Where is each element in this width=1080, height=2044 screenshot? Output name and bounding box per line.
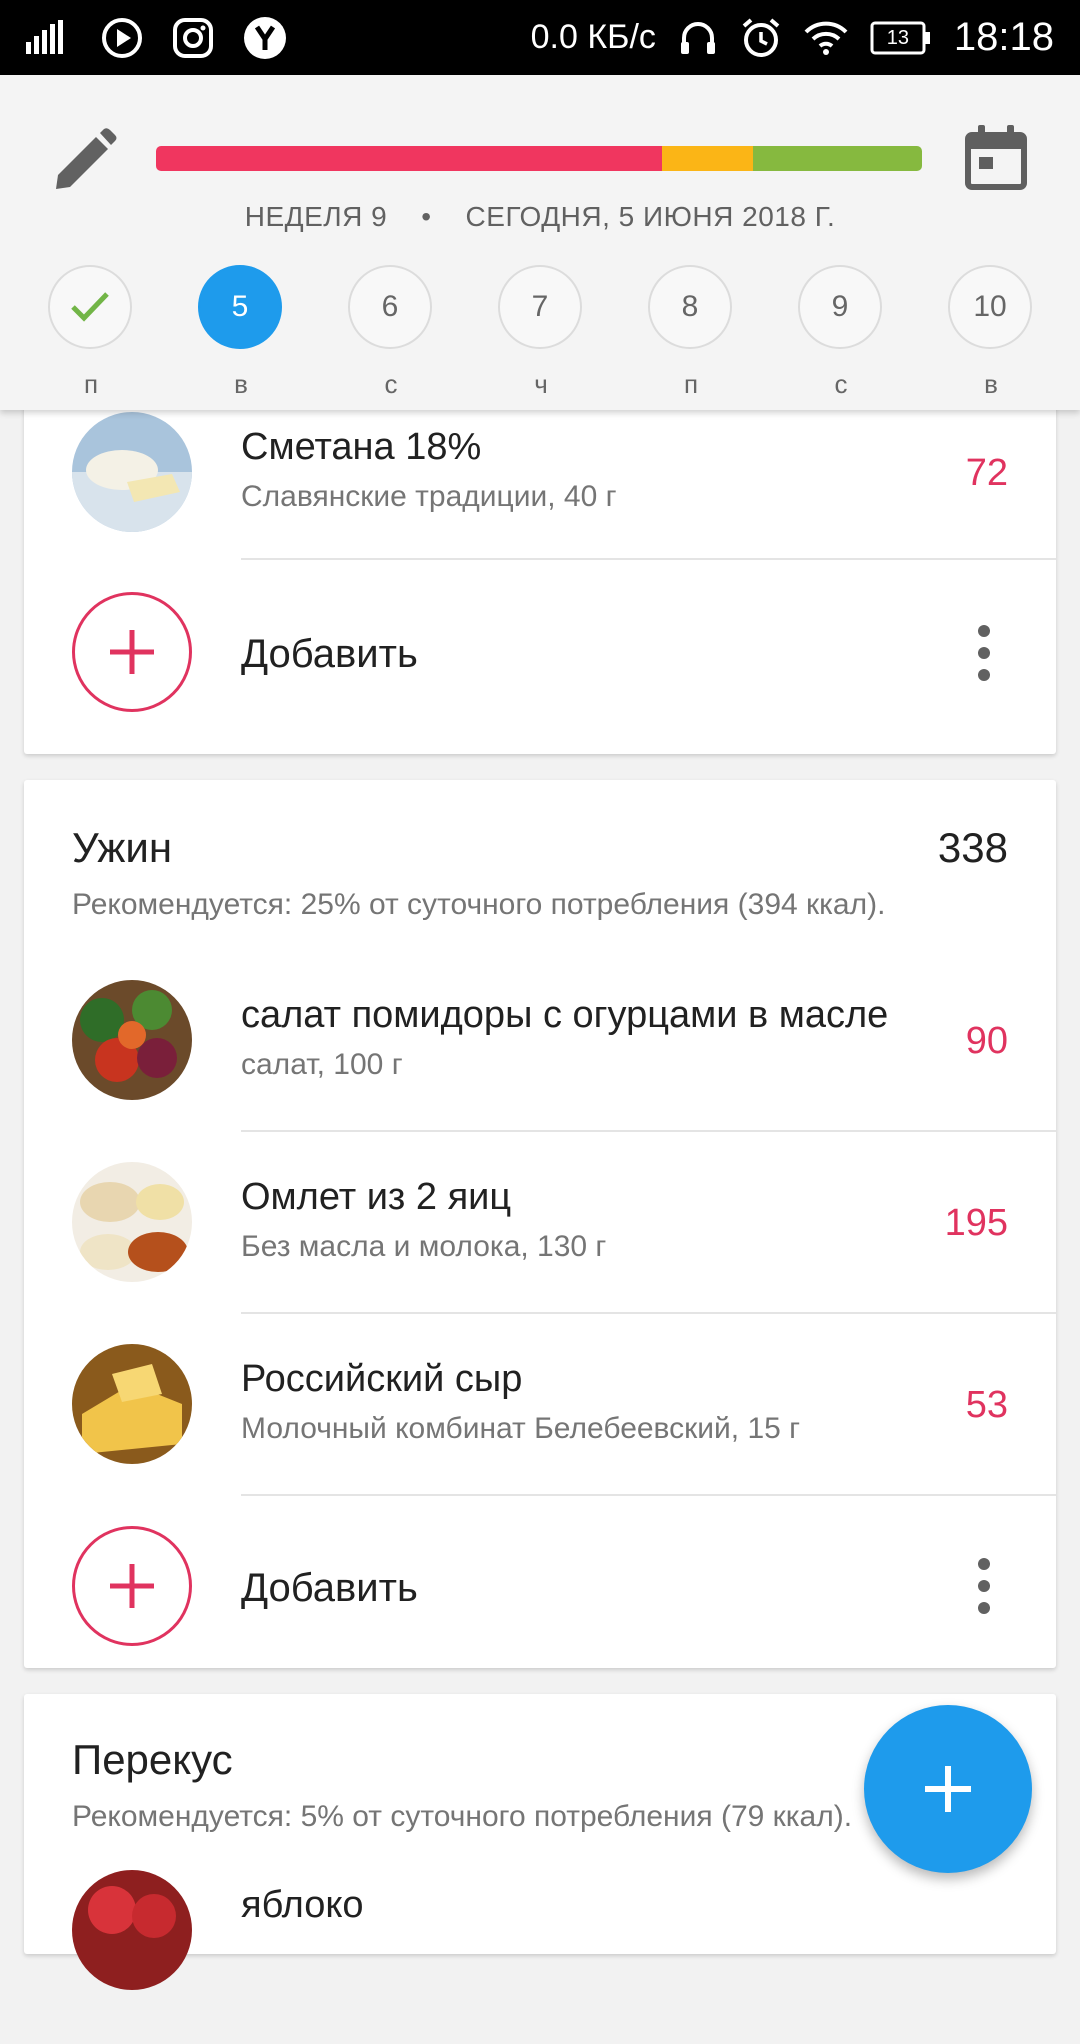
diary-header: НЕДЕЛЯ 9 • СЕГОДНЯ, 5 ИЮНЯ 2018 Г. п 5 в 6… [0, 75, 1080, 410]
food-details: салат, 100 г [241, 1048, 403, 1081]
day-circle: 9 [798, 265, 882, 349]
add-plus-icon[interactable] [72, 592, 192, 712]
food-kcal: 195 [944, 1202, 1008, 1244]
alarm-icon [740, 17, 782, 59]
day-weekday: в [234, 369, 248, 399]
progress-segment-2 [753, 146, 922, 171]
add-fab-button[interactable] [864, 1705, 1032, 1873]
day-3[interactable]: 7 ч [498, 265, 584, 400]
food-item[interactable]: Омлет из 2 яиц Без масла и молока, 130 г… [24, 1132, 1056, 1314]
day-weekday: в [984, 369, 998, 399]
food-name: Российский сыр [241, 1358, 523, 1400]
food-kcal: 90 [965, 1020, 1008, 1062]
meal-recommendation: Рекомендуется: 25% от суточного потребле… [72, 888, 886, 921]
day-weekday: с [384, 369, 398, 399]
calendar-icon [965, 125, 1027, 190]
pencil-icon [56, 128, 117, 189]
food-item[interactable]: яблоко [24, 1862, 1056, 2044]
food-image-cheese [72, 1344, 192, 1464]
edit-button[interactable] [50, 127, 118, 195]
meal-recommendation: Рекомендуется: 5% от суточного потреблен… [72, 1800, 853, 1833]
more-dot [978, 1602, 990, 1614]
day-circle: 8 [648, 265, 732, 349]
add-food-row[interactable]: Добавить [24, 1496, 1056, 1678]
add-label: Добавить [241, 632, 418, 676]
status-bar: 0.0 КБ/с 13 18:18 [0, 0, 1080, 75]
day-circle: 7 [498, 265, 582, 349]
food-details: Молочный комбинат Белебеевский, 15 г [241, 1412, 801, 1445]
date-label: СЕГОДНЯ, 5 ИЮНЯ 2018 Г. [465, 201, 836, 232]
add-food-row[interactable]: Добавить [24, 560, 1056, 742]
day-circle: 5 [198, 265, 282, 349]
checkmark-icon [71, 292, 109, 322]
play-icon [100, 16, 144, 60]
battery-level: 13 [886, 26, 910, 49]
day-weekday: п [683, 369, 699, 399]
food-image-apple [72, 1870, 192, 1990]
more-dot [978, 647, 990, 659]
more-options-button[interactable] [964, 1558, 1004, 1618]
separator-dot: • [421, 201, 432, 232]
day-circle: 10 [948, 265, 1032, 349]
day-0[interactable]: п [48, 265, 134, 400]
yandex-icon [242, 15, 288, 61]
progress-segment-0 [156, 146, 662, 171]
week-date-line: НЕДЕЛЯ 9 • СЕГОДНЯ, 5 ИЮНЯ 2018 Г. [0, 201, 1080, 233]
clock: 18:18 [953, 15, 1054, 59]
day-1[interactable]: 5 в [198, 265, 284, 400]
battery-icon: 13 [870, 21, 932, 55]
food-details: Славянские традиции, 40 г [241, 480, 617, 513]
wifi-icon [804, 20, 848, 56]
week-label: НЕДЕЛЯ 9 [244, 201, 388, 232]
more-dot [978, 625, 990, 637]
food-details: Без масла и молока, 130 г [241, 1230, 607, 1263]
signal-icon [26, 19, 72, 56]
add-plus-icon[interactable] [72, 1526, 192, 1646]
day-2[interactable]: 6 с [348, 265, 434, 400]
food-image-salad [72, 980, 192, 1100]
day-weekday: п [83, 369, 99, 399]
instagram-icon [172, 17, 214, 59]
meal-title: Ужин [72, 824, 173, 871]
more-dot [978, 1580, 990, 1592]
food-image-omelette [72, 1162, 192, 1282]
meal-title: Перекус [72, 1736, 233, 1783]
more-options-button[interactable] [964, 625, 1004, 685]
progress-segment-1 [661, 146, 754, 171]
meal-card-previous: Сметана 18% Славянские традиции, 40 г 72… [24, 370, 1056, 754]
food-name: яблоко [241, 1884, 364, 1926]
day-circle-done [48, 265, 132, 349]
meal-total-kcal: 338 [937, 824, 1008, 871]
calendar-button[interactable] [965, 125, 1027, 191]
food-item[interactable]: Российский сыр Молочный комбинат Белебее… [24, 1314, 1056, 1496]
day-4[interactable]: 8 п [648, 265, 734, 400]
food-name: Омлет из 2 яиц [241, 1176, 512, 1218]
food-kcal: 72 [965, 452, 1008, 494]
more-dot [978, 1558, 990, 1570]
day-5[interactable]: 9 с [798, 265, 884, 400]
headset-icon [678, 18, 718, 58]
calorie-progress-bar [156, 146, 922, 171]
day-circle: 6 [348, 265, 432, 349]
add-label: Добавить [241, 1566, 418, 1610]
network-speed: 0.0 КБ/с [530, 18, 656, 56]
day-weekday: ч [534, 369, 548, 399]
day-weekday: с [834, 369, 848, 399]
food-name: салат помидоры с огурцами в масле [241, 994, 889, 1036]
more-dot [978, 669, 990, 681]
food-name: Сметана 18% [241, 426, 482, 468]
food-item[interactable]: салат помидоры с огурцами в масле салат,… [24, 950, 1056, 1132]
food-kcal: 53 [965, 1384, 1008, 1426]
meal-card-dinner: Ужин 338 Рекомендуется: 25% от суточного… [24, 780, 1056, 1668]
food-image-sour-cream [72, 412, 192, 532]
day-6[interactable]: 10 в [948, 265, 1034, 400]
